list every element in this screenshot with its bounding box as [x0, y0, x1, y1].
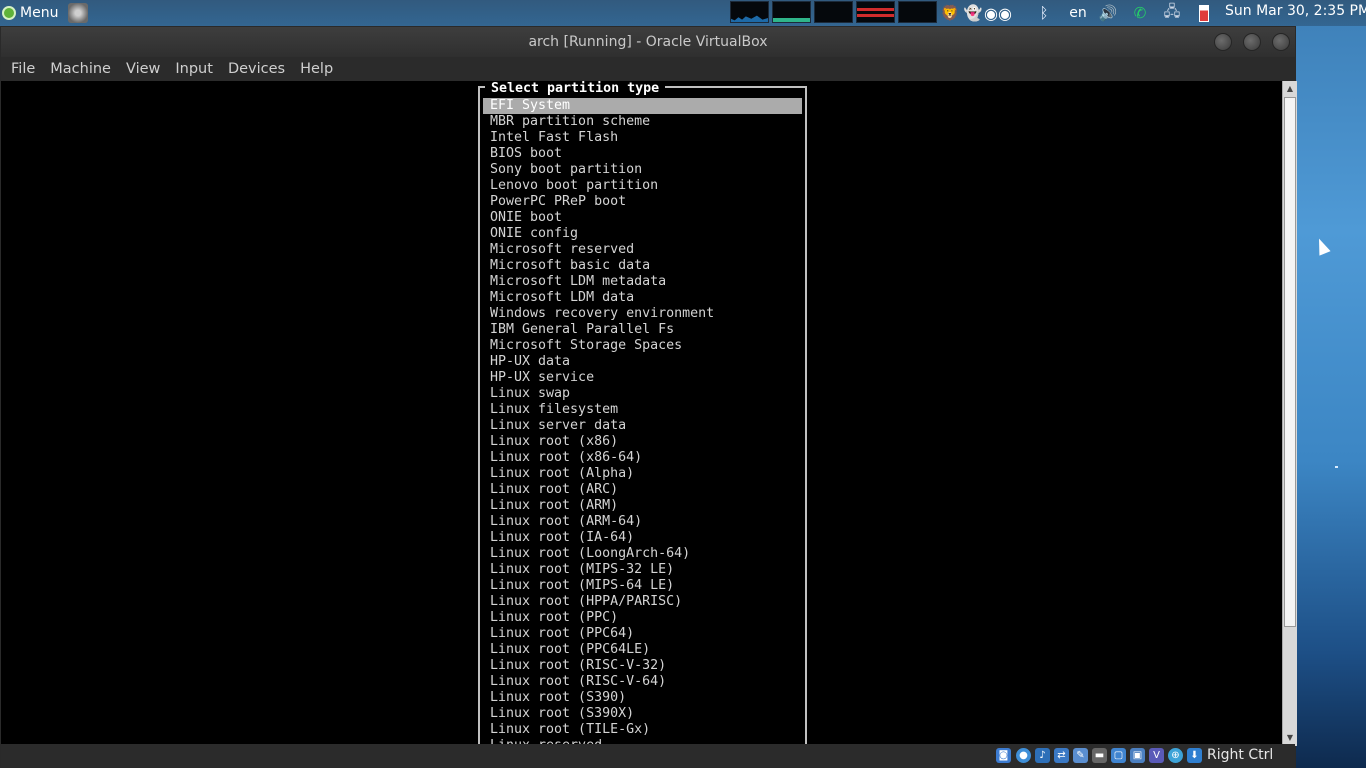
- memory-monitor-icon[interactable]: [772, 1, 811, 23]
- whatsapp-icon[interactable]: ✆: [1130, 3, 1150, 23]
- partition-type-item[interactable]: Intel Fast Flash: [480, 130, 805, 146]
- partition-type-item[interactable]: Linux root (x86): [480, 434, 805, 450]
- recording-icon[interactable]: ▣: [1130, 748, 1145, 763]
- cpu-monitor-icon[interactable]: [730, 1, 769, 23]
- partition-type-item[interactable]: ONIE config: [480, 226, 805, 242]
- partition-type-item[interactable]: Linux root (Alpha): [480, 466, 805, 482]
- partition-type-dialog: Select partition type EFI System MBR part…: [478, 82, 807, 746]
- clock[interactable]: Sun Mar 30, 2:35 PM: [1225, 3, 1366, 19]
- partition-type-item[interactable]: BIOS boot: [480, 146, 805, 162]
- menu-machine[interactable]: Machine: [50, 61, 111, 77]
- scroll-down-arrow-icon[interactable]: ▼: [1284, 732, 1296, 744]
- top-panel: Menu 🦁 👻 ◉◉ ᛒ en 🔊 ✆ 🖧 Sun Mar 30, 2:35 …: [0, 0, 1366, 26]
- partition-type-item[interactable]: Windows recovery environment: [480, 306, 805, 322]
- brave-icon[interactable]: 🦁: [940, 3, 960, 23]
- eyes-icon[interactable]: ◉◉: [984, 3, 1012, 23]
- battery-icon[interactable]: [1194, 3, 1214, 23]
- partition-type-item[interactable]: Linux root (HPPA/PARISC): [480, 594, 805, 610]
- partition-type-item[interactable]: Linux root (PPC64LE): [480, 642, 805, 658]
- mouse-integration-icon[interactable]: ⊕: [1168, 748, 1183, 763]
- vm-screen[interactable]: Select partition type EFI System MBR part…: [1, 81, 1281, 746]
- partition-type-item[interactable]: Microsoft LDM metadata: [480, 274, 805, 290]
- partition-type-item[interactable]: Linux root (ARM-64): [480, 514, 805, 530]
- partition-type-item[interactable]: Linux root (MIPS-64 LE): [480, 578, 805, 594]
- network-monitor-icon[interactable]: [814, 1, 853, 23]
- virtualbox-launcher-icon[interactable]: [68, 3, 89, 23]
- partition-type-item[interactable]: Linux root (PPC64): [480, 626, 805, 642]
- partition-type-item[interactable]: Linux filesystem: [480, 402, 805, 418]
- scroll-thumb[interactable]: [1284, 97, 1296, 627]
- mouse-pointer-icon: [1313, 236, 1331, 256]
- scroll-up-arrow-icon[interactable]: ▲: [1284, 83, 1296, 95]
- maximize-button[interactable]: [1243, 33, 1261, 51]
- optical-drive-icon[interactable]: ●: [1016, 748, 1031, 763]
- partition-type-item[interactable]: Linux root (ARC): [480, 482, 805, 498]
- partition-type-item[interactable]: Linux root (S390X): [480, 706, 805, 722]
- virtualization-icon[interactable]: V: [1149, 748, 1164, 763]
- host-key-label: Right Ctrl: [1207, 747, 1274, 763]
- dialog-title: Select partition type: [485, 82, 666, 96]
- usb-icon[interactable]: ✎: [1073, 748, 1088, 763]
- partition-type-item[interactable]: Linux root (RISC-V-32): [480, 658, 805, 674]
- partition-type-item[interactable]: MBR partition scheme: [480, 114, 805, 130]
- partition-type-item[interactable]: HP-UX data: [480, 354, 805, 370]
- partition-type-item-selected[interactable]: EFI System: [483, 98, 802, 114]
- partition-type-item[interactable]: Microsoft reserved: [480, 242, 805, 258]
- partition-type-item[interactable]: Microsoft LDM data: [480, 290, 805, 306]
- vm-scrollbar[interactable]: ▲ ▼: [1282, 81, 1297, 746]
- keyboard-layout[interactable]: en: [1066, 3, 1090, 23]
- menu-input[interactable]: Input: [175, 61, 213, 77]
- partition-type-item[interactable]: Lenovo boot partition: [480, 178, 805, 194]
- partition-type-item[interactable]: Linux root (TILE-Gx): [480, 722, 805, 738]
- hard-disk-icon[interactable]: ◙: [996, 748, 1011, 763]
- partition-type-item[interactable]: ONIE boot: [480, 210, 805, 226]
- vm-statusbar: ◙ ● ♪ ⇄ ✎ ▬ ▢ ▣ V ⊕ ⬇ Right Ctrl: [1, 744, 1295, 767]
- partition-type-item[interactable]: Linux root (IA-64): [480, 530, 805, 546]
- partition-type-item[interactable]: IBM General Parallel Fs: [480, 322, 805, 338]
- partition-type-item[interactable]: Linux root (x86-64): [480, 450, 805, 466]
- ghost-icon[interactable]: 👻: [963, 3, 983, 23]
- partition-type-item[interactable]: Linux root (LoongArch-64): [480, 546, 805, 562]
- partition-type-item[interactable]: Microsoft Storage Spaces: [480, 338, 805, 354]
- virtualbox-window: arch [Running] - Oracle VirtualBox File …: [0, 26, 1297, 768]
- partition-type-item[interactable]: Linux swap: [480, 386, 805, 402]
- menu-devices[interactable]: Devices: [228, 61, 285, 77]
- partition-type-item[interactable]: Linux root (PPC): [480, 610, 805, 626]
- partition-type-list[interactable]: EFI System MBR partition scheme Intel Fast…: [480, 98, 805, 746]
- network-icon[interactable]: 🖧: [1162, 2, 1182, 23]
- bluetooth-icon[interactable]: ᛒ: [1034, 3, 1054, 23]
- menu-file[interactable]: File: [11, 61, 35, 77]
- menubar: File Machine View Input Devices Help: [1, 57, 1295, 81]
- menu-label: Menu: [20, 5, 59, 21]
- partition-type-item[interactable]: Linux root (S390): [480, 690, 805, 706]
- minimize-button[interactable]: [1214, 33, 1232, 51]
- window-titlebar[interactable]: arch [Running] - Oracle VirtualBox: [1, 27, 1295, 57]
- partition-type-item[interactable]: PowerPC PReP boot: [480, 194, 805, 210]
- desktop-speck: [1335, 466, 1338, 468]
- partition-type-item[interactable]: Microsoft basic data: [480, 258, 805, 274]
- menu-help[interactable]: Help: [300, 61, 333, 77]
- partition-type-item[interactable]: Linux server data: [480, 418, 805, 434]
- keyboard-capture-icon[interactable]: ⬇: [1187, 748, 1202, 763]
- swap-monitor-icon[interactable]: [856, 1, 895, 23]
- partition-type-item[interactable]: Sony boot partition: [480, 162, 805, 178]
- close-button[interactable]: [1272, 33, 1290, 51]
- audio-icon[interactable]: ♪: [1035, 748, 1050, 763]
- partition-type-item[interactable]: Linux root (ARM): [480, 498, 805, 514]
- partition-type-item[interactable]: HP-UX service: [480, 370, 805, 386]
- shared-folders-icon[interactable]: ▬: [1092, 748, 1107, 763]
- mint-logo-icon: [2, 6, 16, 20]
- menu-view[interactable]: View: [126, 61, 160, 77]
- start-menu-button[interactable]: Menu: [2, 2, 89, 24]
- load-monitor-icon[interactable]: [898, 1, 937, 23]
- partition-type-item[interactable]: Linux root (RISC-V-64): [480, 674, 805, 690]
- network-adapter-icon[interactable]: ⇄: [1054, 748, 1069, 763]
- window-title: arch [Running] - Oracle VirtualBox: [528, 34, 768, 50]
- volume-icon[interactable]: 🔊: [1098, 3, 1118, 23]
- display-icon[interactable]: ▢: [1111, 748, 1126, 763]
- partition-type-item[interactable]: Linux root (MIPS-32 LE): [480, 562, 805, 578]
